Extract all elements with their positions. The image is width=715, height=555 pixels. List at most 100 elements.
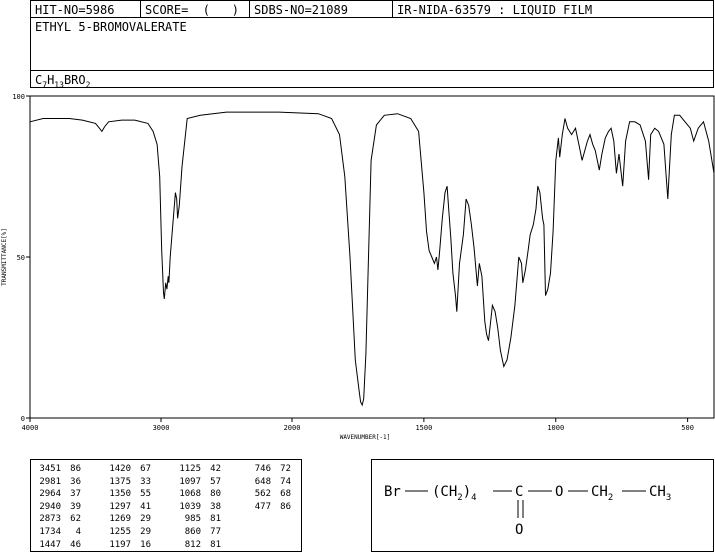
x-tick-label: 1500 [415, 424, 432, 432]
peak-row: 3451 86 [33, 463, 81, 476]
peak-transmittance: 55 [140, 489, 151, 500]
peak-column: 1420 67 1375 33 1350 55 1297 41 1269 29 1255 29 1197… [103, 463, 151, 551]
peak-row: 1447 46 [33, 539, 81, 552]
peak-transmittance: 41 [140, 501, 151, 512]
structural-formula: Br (CH2)4 C O CH2 CH3 O [384, 484, 671, 538]
peak-row: 1039 38 [173, 501, 221, 514]
peak-wavenumber: 985 [184, 514, 201, 525]
peak-transmittance: 29 [140, 526, 151, 537]
peak-wavenumber: 2981 [39, 476, 61, 487]
peak-wavenumber: 1068 [179, 489, 201, 500]
peak-wavenumber: 1097 [179, 476, 201, 487]
peak-transmittance: 86 [70, 464, 81, 474]
peak-wavenumber: 2940 [39, 501, 61, 512]
methyl: CH3 [649, 484, 671, 503]
peak-row: 1734 4 [33, 526, 81, 539]
peak-wavenumber: 1255 [109, 526, 131, 537]
peak-wavenumber: 1269 [109, 514, 131, 525]
peak-column: 3451 86 2981 36 2964 37 2940 39 2873 62 1734 4 1447 4… [33, 463, 81, 551]
peak-row: 648 74 [243, 476, 291, 489]
peak-row: 1097 57 [173, 476, 221, 489]
peak-transmittance: 80 [210, 489, 221, 500]
ester-oxygen: O [555, 484, 563, 500]
peak-row: 1197 16 [103, 539, 151, 552]
peak-transmittance: 39 [70, 501, 81, 512]
peak-transmittance: 29 [140, 514, 151, 525]
peak-transmittance: 72 [280, 464, 291, 474]
y-tick-label: 0 [21, 415, 25, 423]
peak-transmittance: 74 [280, 476, 291, 487]
peak-transmittance: 42 [210, 464, 221, 474]
peak-transmittance: 37 [70, 489, 81, 500]
peak-row: 562 68 [243, 488, 291, 501]
x-tick-label: 2000 [284, 424, 301, 432]
peak-transmittance: 33 [140, 476, 151, 487]
peak-transmittance: 4 [75, 526, 81, 537]
peak-wavenumber: 477 [254, 501, 271, 512]
peak-transmittance: 77 [210, 526, 221, 537]
peak-row: 1420 67 [103, 463, 151, 476]
peak-row: 1255 29 [103, 526, 151, 539]
peak-wavenumber: 1197 [109, 539, 131, 550]
bromine-atom: Br [384, 484, 401, 500]
x-tick-label: 500 [681, 424, 694, 432]
x-axis-label: WAVENUMBER[-1] [340, 434, 391, 441]
peak-row: 985 81 [173, 513, 221, 526]
peak-wavenumber: 746 [254, 464, 271, 474]
peak-row: 812 81 [173, 539, 221, 552]
peak-row: 1375 33 [103, 476, 151, 489]
peak-row: 1297 41 [103, 501, 151, 514]
peak-wavenumber: 1350 [109, 489, 131, 500]
peak-wavenumber: 1039 [179, 501, 201, 512]
peak-transmittance: 81 [210, 539, 221, 550]
y-tick-label: 50 [17, 254, 25, 262]
peak-wavenumber: 1297 [109, 501, 131, 512]
y-tick-label: 100 [12, 93, 25, 101]
x-tick-label: 1000 [547, 424, 564, 432]
peak-transmittance: 46 [70, 539, 81, 550]
peak-row: 860 77 [173, 526, 221, 539]
y-axis-label: TRANSMITTANCE[%] [1, 228, 8, 286]
peak-wavenumber: 1447 [39, 539, 61, 550]
peak-transmittance: 67 [140, 464, 151, 474]
peak-wavenumber: 1375 [109, 476, 131, 487]
peak-table: 3451 86 2981 36 2964 37 2940 39 2873 62 1734 4 1447 4… [30, 459, 302, 552]
ir-spectrum-chart: 100500 4000 3000 2000 1500 1000 500 WAVENUMBE… [1, 93, 715, 441]
x-tick-label: 4000 [22, 424, 39, 432]
peak-column: 1125 42 1097 57 1068 80 1039 38 985 81 860 77 812 81 [173, 463, 221, 551]
peak-wavenumber: 648 [254, 476, 271, 487]
peak-wavenumber: 812 [184, 539, 201, 550]
peak-row: 746 72 [243, 463, 291, 476]
peak-column: 746 72 648 74 562 68 477 86 [243, 463, 291, 513]
carbonyl-carbon: C [515, 484, 523, 500]
peak-transmittance: 68 [280, 489, 291, 500]
peak-transmittance: 81 [210, 514, 221, 525]
x-tick-label: 3000 [153, 424, 170, 432]
spectrum-line [29, 111, 715, 407]
structure-box: Br (CH2)4 C O CH2 CH3 O [371, 459, 714, 552]
peak-wavenumber: 562 [254, 489, 271, 500]
peak-transmittance: 16 [140, 539, 151, 550]
peak-wavenumber: 1125 [179, 464, 201, 474]
peak-wavenumber: 3451 [39, 464, 61, 474]
peak-row: 2873 62 [33, 513, 81, 526]
carbonyl-oxygen: O [515, 522, 523, 538]
peak-row: 1269 29 [103, 513, 151, 526]
peak-wavenumber: 1420 [109, 464, 131, 474]
peak-row: 1068 80 [173, 488, 221, 501]
peak-wavenumber: 2873 [39, 514, 61, 525]
peak-transmittance: 36 [70, 476, 81, 487]
peak-row: 2981 36 [33, 476, 81, 489]
peak-wavenumber: 2964 [39, 489, 61, 500]
methylene-chain: (CH2)4 [432, 484, 477, 503]
peak-transmittance: 57 [210, 476, 221, 487]
peak-row: 1125 42 [173, 463, 221, 476]
peak-transmittance: 62 [70, 514, 81, 525]
plot-frame [29, 95, 715, 419]
peak-row: 2940 39 [33, 501, 81, 514]
peak-transmittance: 86 [280, 501, 291, 512]
peak-row: 1350 55 [103, 488, 151, 501]
peak-row: 477 86 [243, 501, 291, 514]
peak-wavenumber: 860 [184, 526, 201, 537]
peak-transmittance: 38 [210, 501, 221, 512]
